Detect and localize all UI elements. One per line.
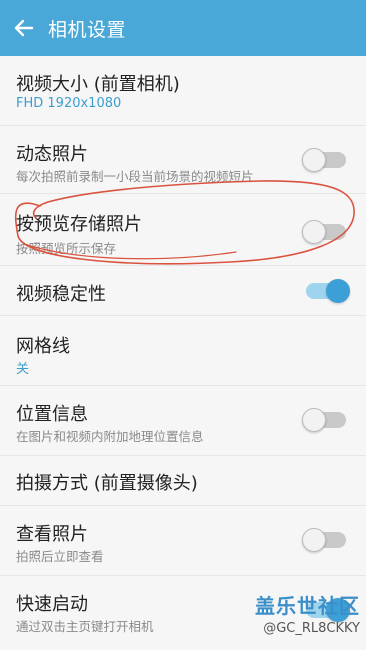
setting-shooting-method-front[interactable]: 拍摄方式 (前置摄像头) bbox=[0, 456, 366, 506]
watermark: 盖乐世社区 @GC_RL8CKKY bbox=[255, 590, 360, 636]
toggle-knob bbox=[302, 408, 326, 432]
setting-video-stabilization[interactable]: 视频稳定性 bbox=[0, 266, 366, 316]
setting-label: 查看照片 bbox=[16, 524, 88, 545]
setting-video-size-front[interactable]: 视频大小 (前置相机) FHD 1920x1080 bbox=[0, 56, 366, 126]
page-title: 相机设置 bbox=[48, 18, 127, 41]
setting-description: 通过双击主页键打开相机 bbox=[16, 619, 154, 634]
location-tags-toggle[interactable] bbox=[302, 408, 346, 432]
setting-label: 按预览存储照片 bbox=[16, 214, 142, 235]
save-as-preview-toggle[interactable] bbox=[302, 220, 346, 244]
watermark-logo: 盖乐世社区 bbox=[255, 594, 360, 618]
back-arrow-icon bbox=[14, 19, 34, 37]
setting-label: 视频稳定性 bbox=[16, 284, 106, 305]
toggle-knob bbox=[326, 279, 350, 303]
setting-review-pictures[interactable]: 查看照片 拍照后立即查看 bbox=[0, 506, 366, 576]
toggle-knob bbox=[302, 148, 326, 172]
review-pictures-toggle[interactable] bbox=[302, 528, 346, 552]
setting-label: 视频大小 (前置相机) bbox=[16, 74, 180, 95]
toggle-knob bbox=[302, 528, 326, 552]
setting-description: 在图片和视频内附加地理位置信息 bbox=[16, 429, 204, 444]
setting-value: 关 bbox=[16, 362, 30, 377]
video-stabilization-toggle[interactable] bbox=[306, 279, 350, 303]
setting-label: 网格线 bbox=[16, 336, 70, 357]
setting-description: 每次拍照前录制一小段当前场景的视频短片 bbox=[16, 169, 254, 184]
watermark-user: @GC_RL8CKKY bbox=[263, 621, 360, 636]
app-bar: 相机设置 bbox=[0, 0, 366, 56]
motion-photo-toggle[interactable] bbox=[302, 148, 346, 172]
setting-location-tags[interactable]: 位置信息 在图片和视频内附加地理位置信息 bbox=[0, 386, 366, 456]
setting-motion-photo[interactable]: 动态照片 每次拍照前录制一小段当前场景的视频短片 bbox=[0, 126, 366, 194]
setting-save-as-preview[interactable]: 按预览存储照片 按照预览所示保存 bbox=[0, 194, 366, 266]
setting-label: 快速启动 bbox=[16, 594, 88, 615]
setting-value: FHD 1920x1080 bbox=[16, 96, 122, 111]
setting-description: 拍照后立即查看 bbox=[16, 549, 104, 564]
back-button[interactable] bbox=[0, 0, 48, 56]
setting-label: 拍摄方式 (前置摄像头) bbox=[16, 473, 198, 494]
setting-grid-lines[interactable]: 网格线 关 bbox=[0, 316, 366, 386]
setting-label: 位置信息 bbox=[16, 404, 88, 425]
toggle-knob bbox=[302, 220, 326, 244]
setting-label: 动态照片 bbox=[16, 144, 88, 165]
setting-description: 按照预览所示保存 bbox=[16, 241, 117, 256]
